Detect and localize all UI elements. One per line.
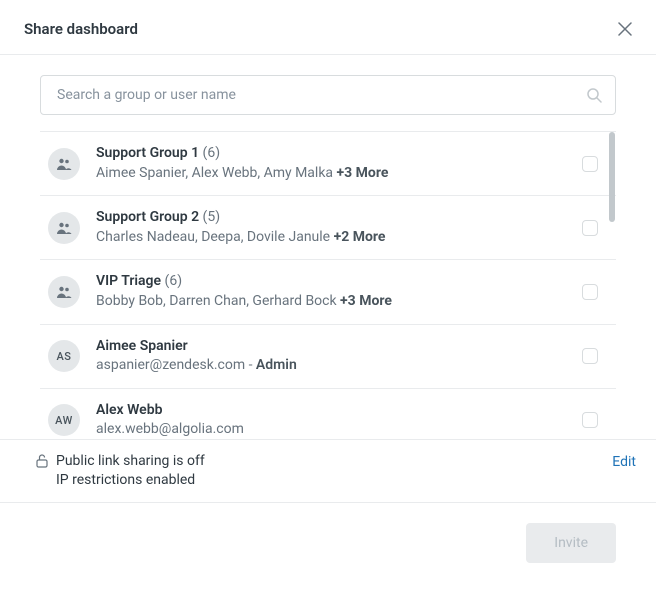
select-checkbox[interactable] xyxy=(582,412,598,428)
select-checkbox[interactable] xyxy=(582,156,598,172)
item-subtitle: Bobby Bob, Darren Chan, Gerhard Bock +3 … xyxy=(96,292,566,312)
select-checkbox[interactable] xyxy=(582,284,598,300)
list-item[interactable]: Support Group 1 (6)Aimee Spanier, Alex W… xyxy=(40,132,616,196)
scroll-thumb[interactable] xyxy=(609,132,615,222)
item-subtitle: Charles Nadeau, Deepa, Dovile Janule +2 … xyxy=(96,228,566,248)
item-more: +3 More xyxy=(337,293,392,309)
edit-link[interactable]: Edit xyxy=(612,454,636,470)
group-icon-avatar xyxy=(48,212,80,244)
user-avatar: AS xyxy=(48,340,80,372)
group-icon-avatar xyxy=(48,276,80,308)
list-item[interactable]: VIP Triage (6)Bobby Bob, Darren Chan, Ge… xyxy=(40,260,616,324)
item-title: Support Group 2 (5) xyxy=(96,208,566,228)
item-count: (6) xyxy=(199,145,220,161)
close-icon xyxy=(618,22,632,36)
item-count: (5) xyxy=(199,209,220,225)
close-button[interactable] xyxy=(618,22,632,36)
item-subtitle: aspanier@zendesk.com - Admin xyxy=(96,356,566,376)
select-checkbox[interactable] xyxy=(582,348,598,364)
group-icon-avatar xyxy=(48,148,80,180)
search-icon xyxy=(586,87,602,103)
search-input[interactable] xyxy=(40,75,616,115)
item-title: Alex Webb xyxy=(96,401,566,421)
item-count: (6) xyxy=(161,273,182,289)
item-title: Aimee Spanier xyxy=(96,337,566,357)
scrollbar[interactable] xyxy=(608,132,616,441)
list-item[interactable]: AS Aimee Spanieraspanier@zendesk.com - Ad… xyxy=(40,325,616,389)
user-avatar: AW xyxy=(48,404,80,436)
item-title: VIP Triage (6) xyxy=(96,272,566,292)
public-link-status: Public link sharing is off xyxy=(56,452,205,471)
list-item[interactable]: Support Group 2 (5)Charles Nadeau, Deepa… xyxy=(40,196,616,260)
item-subtitle: alex.webb@algolia.com xyxy=(96,420,566,440)
item-more: +2 More xyxy=(330,229,385,245)
item-more: +3 More xyxy=(333,165,388,181)
item-title: Support Group 1 (6) xyxy=(96,144,566,164)
item-role: Admin xyxy=(256,357,297,373)
list-item[interactable]: AW Alex Webbalex.webb@algolia.com xyxy=(40,389,616,441)
select-checkbox[interactable] xyxy=(582,220,598,236)
dialog-title: Share dashboard xyxy=(24,20,138,38)
unlock-icon xyxy=(36,454,48,468)
ip-restrictions-status: IP restrictions enabled xyxy=(56,471,205,490)
item-subtitle: Aimee Spanier, Alex Webb, Amy Malka +3 M… xyxy=(96,164,566,184)
invite-button[interactable]: Invite xyxy=(526,523,616,563)
